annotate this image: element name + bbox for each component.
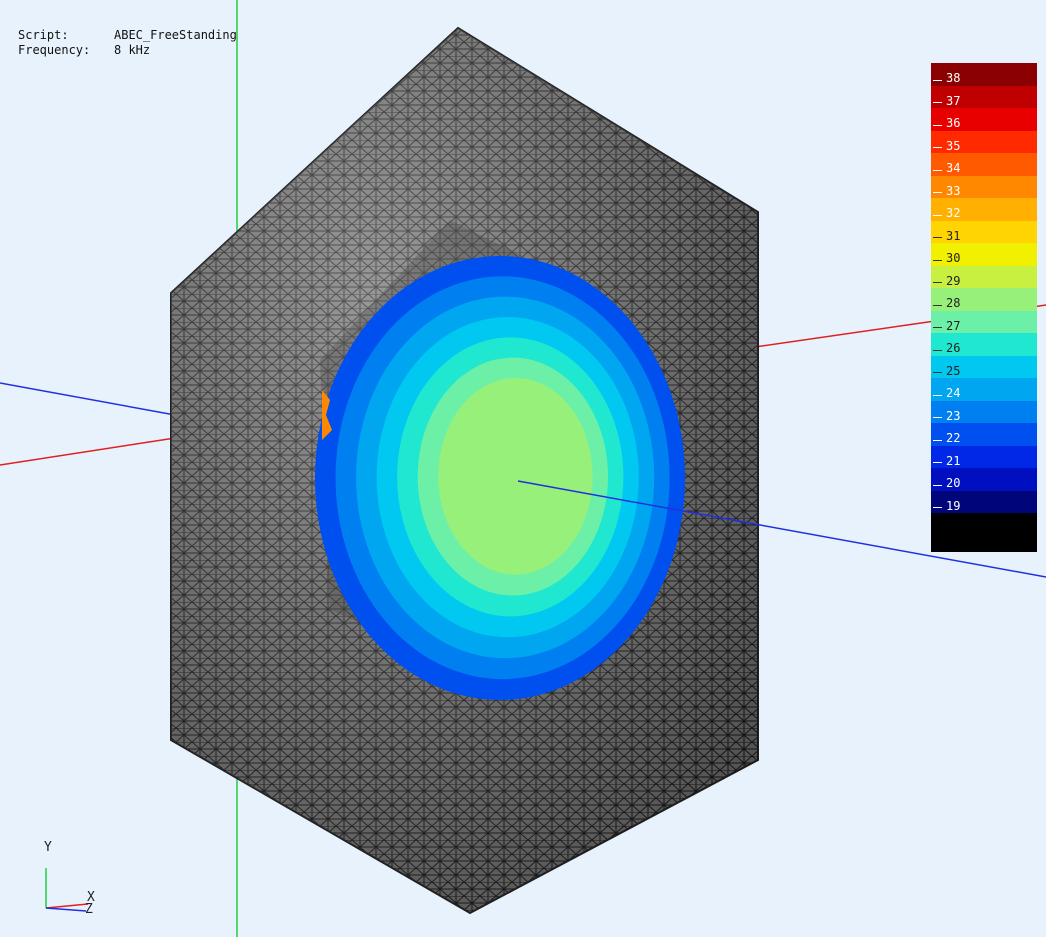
triad-y-label: Y	[44, 840, 52, 855]
color-legend: 38 37 36 35 34 33 32 31 30 29 28 27 26 25 24 23 22 21 20 19	[931, 63, 1037, 552]
legend-tick	[933, 147, 942, 149]
3d-viewport[interactable]	[0, 0, 1046, 937]
legend-label: 20	[946, 476, 961, 490]
legend-label: 25	[946, 363, 961, 378]
legend-label: 29	[946, 273, 961, 288]
legend-tick	[933, 169, 942, 171]
legend-tick	[933, 282, 942, 284]
legend-label: 21	[946, 453, 961, 468]
legend-band-32: 32	[931, 198, 1037, 221]
legend-band-21: 21	[931, 445, 1037, 468]
triad-z-label: Z	[85, 902, 93, 917]
legend-band-36: 36	[931, 108, 1037, 131]
axis-triad: Y X Z	[38, 840, 108, 920]
legend-tick	[933, 124, 942, 126]
legend-label: 36	[946, 116, 961, 130]
pressure-contour-disc	[315, 256, 685, 700]
legend-label: 35	[946, 138, 961, 153]
legend-band-24: 24	[931, 378, 1037, 401]
legend-label: 34	[946, 161, 961, 175]
legend-band-33: 33	[931, 175, 1037, 198]
legend-band-20: 20	[931, 468, 1037, 491]
frequency-label: Frequency:	[18, 43, 91, 57]
legend-label: 33	[946, 183, 961, 198]
legend-band-22: 22	[931, 423, 1037, 446]
legend-tick	[933, 394, 942, 396]
legend-tick	[933, 327, 942, 329]
legend-tick	[933, 484, 942, 486]
legend-tick	[933, 214, 942, 216]
legend-tick	[933, 237, 942, 239]
legend-label: 19	[946, 498, 961, 513]
frequency-value: 8 kHz	[114, 43, 151, 57]
script-value: ABEC_FreeStanding	[114, 28, 237, 42]
legend-label: 24	[946, 386, 961, 400]
legend-band-29: 29	[931, 265, 1037, 288]
info-overlay: Script: ABEC_FreeStanding Frequency: 8 kHz	[18, 28, 237, 58]
legend-band-30: 30	[931, 243, 1037, 266]
legend-tick	[933, 507, 942, 509]
legend-label: 23	[946, 408, 961, 423]
legend-tick	[933, 192, 942, 194]
script-label: Script:	[18, 28, 69, 42]
legend-label: 27	[946, 318, 961, 333]
z-axis-line-left	[0, 382, 176, 416]
legend-band-26: 26	[931, 333, 1037, 356]
legend-tick	[933, 462, 942, 464]
legend-band-bottom	[931, 513, 1037, 552]
contour-ring-6	[438, 377, 593, 575]
legend-label: 37	[946, 93, 961, 108]
legend-tick	[933, 439, 942, 441]
legend-tick	[933, 102, 942, 104]
legend-label: 30	[946, 251, 961, 265]
legend-band-25: 25	[931, 355, 1037, 378]
legend-label: 28	[946, 296, 961, 310]
legend-band-38: 38	[931, 63, 1037, 86]
legend-label: 26	[946, 341, 961, 355]
legend-label: 31	[946, 228, 961, 243]
legend-tick	[933, 79, 942, 81]
legend-band-27: 27	[931, 310, 1037, 333]
legend-band-37: 37	[931, 85, 1037, 108]
legend-band-35: 35	[931, 130, 1037, 153]
legend-band-28: 28	[931, 288, 1037, 311]
x-axis-line-left	[0, 437, 176, 466]
legend-band-19: 19	[931, 490, 1037, 513]
legend-band-31: 31	[931, 220, 1037, 243]
legend-label: 32	[946, 206, 961, 220]
legend-tick	[933, 349, 942, 351]
legend-tick	[933, 304, 942, 306]
legend-tick	[933, 372, 942, 374]
legend-tick	[933, 259, 942, 261]
legend-band-34: 34	[931, 153, 1037, 176]
legend-tick	[933, 417, 942, 419]
legend-band-23: 23	[931, 400, 1037, 423]
legend-label: 22	[946, 431, 961, 445]
legend-label: 38	[946, 71, 961, 85]
